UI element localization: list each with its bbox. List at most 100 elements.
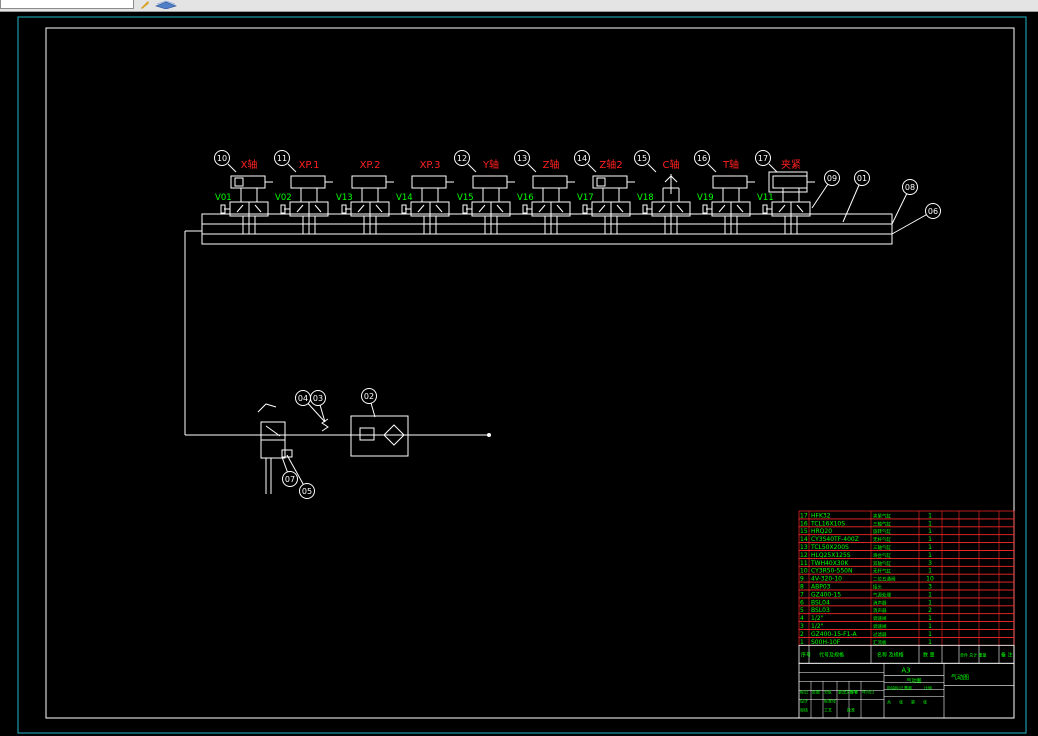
bom-name: 三轴气缸 bbox=[873, 520, 891, 527]
callout-balloon: 11 bbox=[274, 150, 297, 173]
valve-arrow bbox=[254, 204, 262, 213]
bom-code: TCL16X10S bbox=[810, 520, 845, 527]
bom-qty: 1 bbox=[928, 615, 932, 622]
bom-qty: 1 bbox=[928, 552, 932, 559]
leader-line bbox=[287, 163, 297, 173]
callout-balloon: 14 bbox=[574, 150, 597, 173]
cylinder bbox=[472, 175, 508, 189]
callout-balloon: 07 bbox=[281, 456, 298, 487]
cad-drawing-canvas[interactable]: X轴 V01 XP.1 V02 XP.2 V13 XP.3 V14 Y轴 V15 Z轴 V16 Z轴2 V… bbox=[0, 12, 1038, 736]
bill-of-materials-table: 17 HFK32 夹紧气缸 116 TCL16X10S 三轴气缸 115 HRQ20 旋转气缸 1… bbox=[798, 510, 1015, 664]
bom-header-remark: 备 注 bbox=[1001, 651, 1013, 658]
valve-arrow bbox=[478, 204, 486, 213]
bom-no: 1 bbox=[800, 639, 804, 646]
valve-station: X轴 V01 bbox=[215, 158, 273, 234]
wrench-icon[interactable] bbox=[140, 0, 150, 9]
bom-code: ABP03 bbox=[811, 584, 831, 591]
balloon-number: 11 bbox=[277, 154, 287, 163]
valve-label: V02 bbox=[275, 193, 292, 203]
bom-header: 序号 代号及规格 名称 及规格 数 量 单件 总计 重量 备 注 bbox=[798, 644, 1015, 664]
valve-arrow bbox=[435, 204, 443, 213]
valve-label: V18 bbox=[637, 193, 654, 203]
valve-station: XP.1 V02 bbox=[275, 160, 333, 234]
bom-qty: 1 bbox=[928, 568, 932, 575]
bom-row-frame bbox=[798, 597, 1015, 607]
actuator-label: XP.1 bbox=[299, 160, 320, 171]
tb-cell: 审核 bbox=[800, 706, 808, 712]
valve-station: Y轴 V15 bbox=[457, 158, 515, 234]
valve-arrow bbox=[417, 204, 425, 213]
tb-cell: 阶段标记 bbox=[887, 684, 903, 690]
bom-qty: 1 bbox=[928, 512, 932, 519]
leader-line bbox=[467, 163, 477, 173]
bom-code: TWH40X30K bbox=[810, 560, 849, 567]
bom-header-no: 序号 bbox=[801, 651, 811, 658]
leader-line bbox=[227, 163, 237, 173]
valve-station: XP.3 V14 bbox=[396, 160, 454, 234]
bom-no: 4 bbox=[800, 615, 804, 622]
bom-row: 16 TCL16X10S 三轴气缸 1 bbox=[798, 518, 1015, 527]
tb-cell: 共 bbox=[887, 698, 891, 704]
balloon-number: 06 bbox=[928, 207, 938, 216]
bom-qty: 1 bbox=[928, 544, 932, 551]
balloon-number: 16 bbox=[697, 154, 707, 163]
valve-station: XP.2 V13 bbox=[336, 160, 394, 234]
bom-qty: 10 bbox=[926, 576, 934, 583]
tb-cell: 标准化 bbox=[824, 697, 836, 703]
actuator-label: 夹紧 bbox=[781, 158, 801, 171]
tb-cell: 比例 bbox=[924, 684, 932, 690]
balloon-number: 03 bbox=[313, 394, 323, 403]
bom-row: 14 CY3S40TF-400Z 无杆气缸 1 bbox=[798, 534, 1015, 543]
valve-arrow bbox=[556, 204, 564, 213]
tb-cell: 批准 bbox=[847, 706, 855, 712]
bom-row: 10 CY3R50-550N 无杆气缸 1 bbox=[798, 565, 1015, 575]
bom-qty: 1 bbox=[928, 520, 932, 527]
layer-stack-icon[interactable] bbox=[154, 0, 184, 9]
bom-row: 17 HFK32 夹紧气缸 1 bbox=[798, 510, 1015, 519]
balloon-number: 14 bbox=[577, 154, 587, 163]
tb-cell: 第 bbox=[911, 698, 915, 704]
bom-code: GZ400-15 bbox=[811, 591, 841, 598]
leader-line bbox=[768, 163, 778, 173]
bom-name: 旋转气缸 bbox=[873, 528, 891, 535]
valve-arrow bbox=[496, 204, 504, 213]
cylinder bbox=[712, 175, 748, 189]
valve-arrow bbox=[778, 204, 786, 213]
bom-qty: 1 bbox=[928, 591, 932, 598]
callout-balloon: 02 bbox=[361, 388, 377, 418]
tb-cell: 设计 bbox=[800, 697, 808, 703]
balloon-number: 10 bbox=[217, 154, 227, 163]
valve-label: V16 bbox=[517, 193, 534, 203]
tb-cell: 张 bbox=[923, 698, 927, 704]
bom-row: 2 GZ400-15-F1-A 过滤器 1 bbox=[798, 629, 1015, 638]
bom-name: 调速阀 bbox=[873, 623, 887, 630]
bom-qty: 1 bbox=[928, 599, 932, 606]
callout-balloon: 10 bbox=[214, 150, 237, 173]
valve-station: T轴 V19 bbox=[697, 158, 755, 234]
valve-arrow bbox=[676, 204, 684, 213]
bom-row: 11 TWH40X30K 双轴气缸 3 bbox=[798, 558, 1015, 567]
tb-drawing-name: 气动图 bbox=[951, 673, 969, 681]
bom-no: 12 bbox=[800, 552, 808, 559]
tb-cell: 张 bbox=[899, 698, 903, 704]
title-block: A3气动图 气动图标记 处数 分区 更改文件号签名 年月日设计 标准化阶段标记 重量 比例审核工… bbox=[798, 662, 1015, 719]
leader-line bbox=[647, 163, 657, 173]
valve-arrow bbox=[375, 204, 383, 213]
bom-name: 滑台气缸 bbox=[873, 552, 891, 559]
bom-name: 气源处理 bbox=[873, 591, 891, 598]
bom-name: 无杆气缸 bbox=[873, 568, 891, 575]
bom-name: 调速阀 bbox=[873, 615, 887, 622]
command-input[interactable] bbox=[0, 0, 134, 9]
bom-no: 13 bbox=[800, 544, 808, 551]
bom-row-frame bbox=[798, 605, 1015, 615]
bom-header-name: 名称 及规格 bbox=[877, 651, 904, 658]
valve-label: V14 bbox=[396, 193, 413, 203]
pneumatic-schematic: X轴 V01 XP.1 V02 XP.2 V13 XP.3 V14 Y轴 V15 Z轴 V16 Z轴2 V… bbox=[184, 150, 941, 499]
callout-balloon: 09 bbox=[811, 170, 840, 209]
bom-header-weight: 单件 总计 重量 bbox=[960, 651, 987, 657]
supply-inlet bbox=[487, 433, 491, 437]
bom-no: 8 bbox=[800, 584, 804, 591]
lever-handle bbox=[257, 403, 277, 413]
valve-arrow bbox=[616, 204, 624, 213]
tb-scale: A3 bbox=[901, 666, 910, 674]
